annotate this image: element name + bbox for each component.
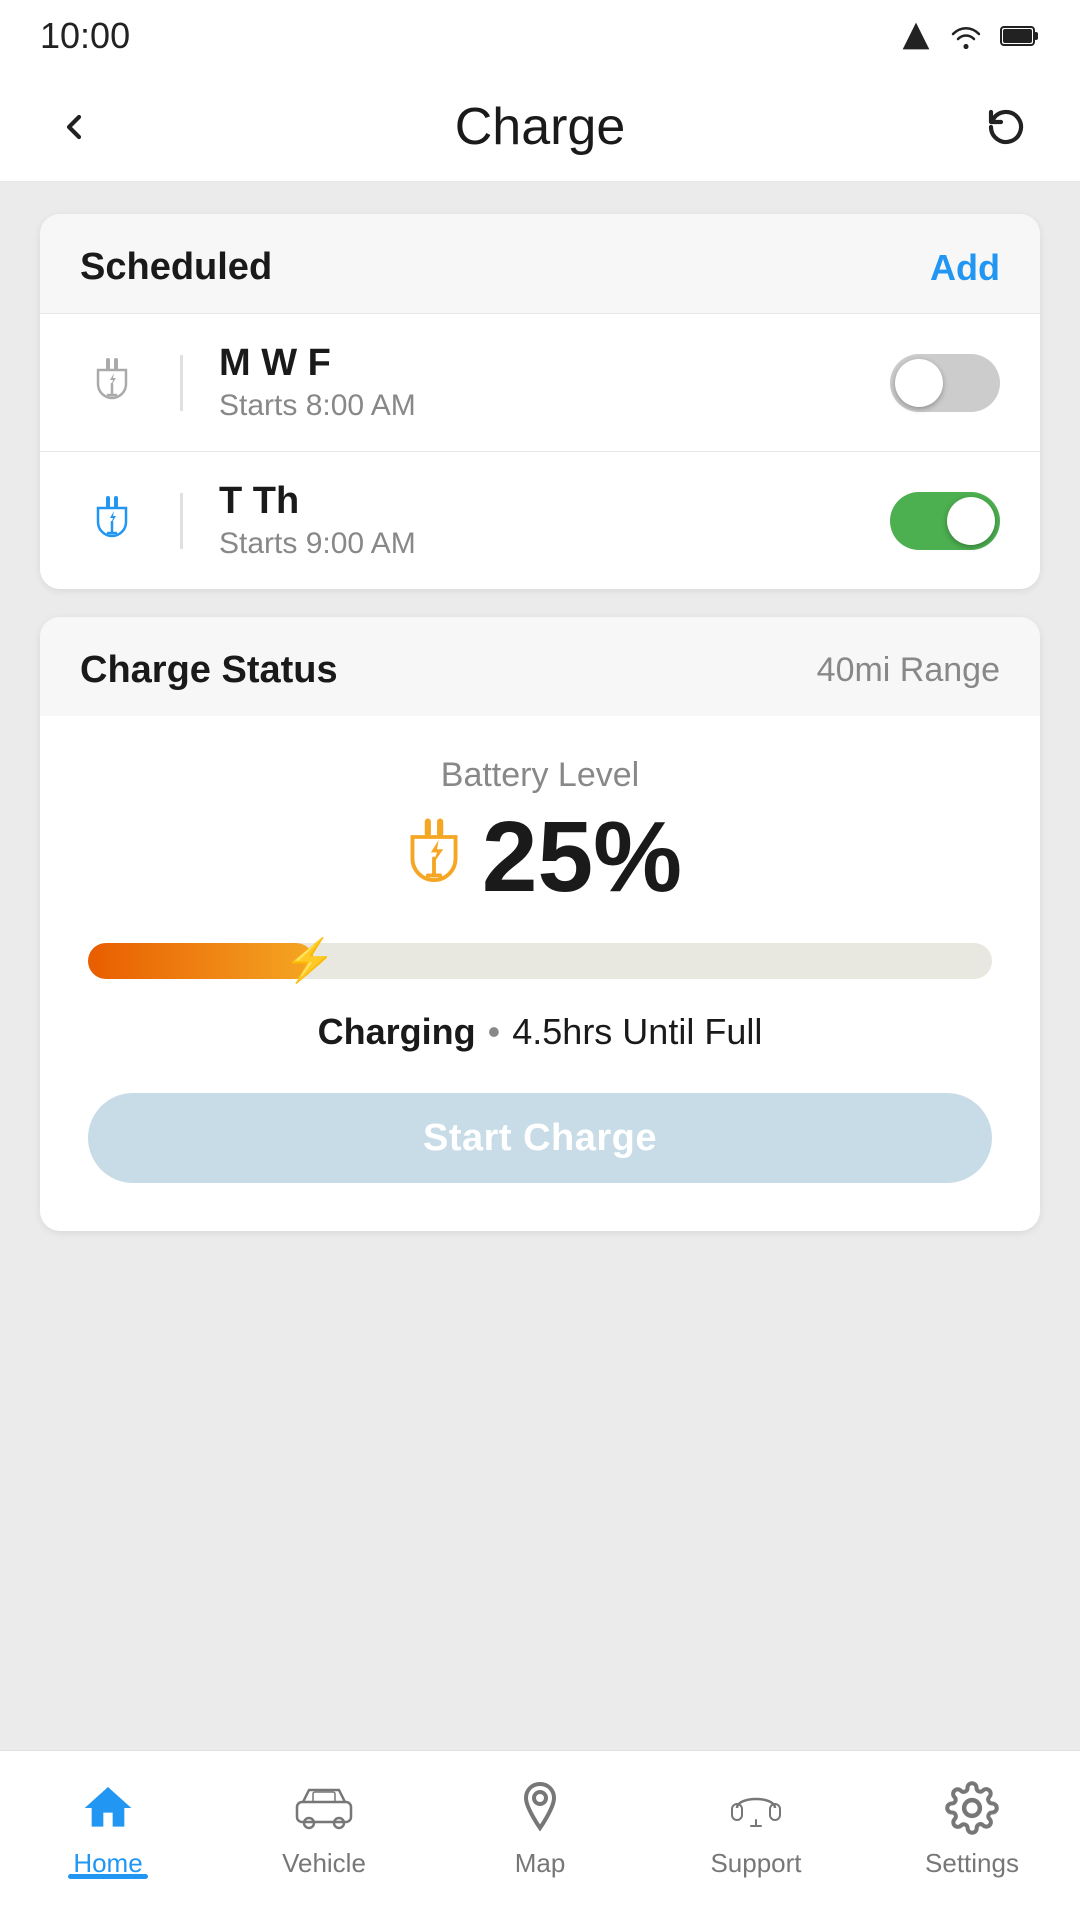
charge-body: Battery Level 25% [40, 716, 1040, 1231]
back-icon [54, 107, 94, 147]
battery-label: Battery Level [441, 756, 639, 795]
progress-bar-fill: ⚡ [88, 943, 314, 979]
schedule-item-mwf: M W F Starts 8:00 AM [40, 313, 1040, 451]
scheduled-header: Scheduled Add [40, 214, 1040, 313]
page-title: Charge [104, 97, 976, 157]
battery-icon [1000, 25, 1040, 47]
refresh-icon [986, 107, 1026, 147]
wifi-icon [948, 22, 984, 50]
charging-status-text: Charging•4.5hrs Until Full [318, 1011, 763, 1053]
charge-status-card: Charge Status 40mi Range Battery Level [40, 617, 1040, 1231]
nav-item-home[interactable]: Home [0, 1776, 216, 1879]
schedule-item-tth: T Th Starts 9:00 AM [40, 451, 1040, 589]
schedule-info-tth: T Th Starts 9:00 AM [219, 480, 858, 561]
home-icon [76, 1776, 140, 1840]
main-content: Scheduled Add M W F Starts 8:00 AM [0, 182, 1080, 1750]
bottom-nav: Home Vehicle Map [0, 1750, 1080, 1920]
nav-label-vehicle: Vehicle [282, 1848, 366, 1879]
nav-item-map[interactable]: Map [432, 1776, 648, 1879]
schedule-days-mwf: M W F [219, 342, 858, 385]
nav-item-settings[interactable]: Settings [864, 1776, 1080, 1879]
settings-icon [940, 1776, 1004, 1840]
schedule-info-mwf: M W F Starts 8:00 AM [219, 342, 858, 423]
schedule-toggle-mwf[interactable] [890, 354, 1000, 412]
start-charge-button[interactable]: Start Charge [88, 1093, 992, 1183]
progress-bolt-icon: ⚡ [284, 937, 336, 986]
toggle-knob-mwf [895, 359, 943, 407]
schedule-divider-2 [180, 493, 183, 549]
nav-label-map: Map [515, 1848, 566, 1879]
schedule-time-mwf: Starts 8:00 AM [219, 389, 858, 423]
progress-bar-container: ⚡ [88, 943, 992, 979]
nav-item-vehicle[interactable]: Vehicle [216, 1776, 432, 1879]
schedule-time-tth: Starts 9:00 AM [219, 527, 858, 561]
battery-percent-value: 25% [482, 807, 682, 907]
add-schedule-button[interactable]: Add [930, 247, 1000, 289]
plug-inactive-icon [80, 351, 144, 415]
header: Charge [0, 72, 1080, 182]
scheduled-title: Scheduled [80, 246, 272, 289]
toggle-knob-tth [947, 497, 995, 545]
schedule-days-tth: T Th [219, 480, 858, 523]
map-icon [508, 1776, 572, 1840]
nav-item-support[interactable]: Support [648, 1776, 864, 1879]
battery-percent-row: 25% [398, 807, 682, 907]
nav-label-settings: Settings [925, 1848, 1019, 1879]
nav-label-support: Support [710, 1848, 801, 1879]
back-button[interactable] [44, 97, 104, 157]
support-icon [724, 1776, 788, 1840]
status-icons [900, 20, 1040, 52]
schedule-divider [180, 355, 183, 411]
charge-status-header: Charge Status 40mi Range [40, 617, 1040, 716]
status-bar: 10:00 [0, 0, 1080, 72]
home-active-bar [68, 1874, 148, 1879]
charge-status-title: Charge Status [80, 649, 338, 692]
charging-plug-icon [398, 817, 470, 897]
schedule-toggle-tth[interactable] [890, 492, 1000, 550]
charge-range: 40mi Range [817, 651, 1000, 690]
vehicle-icon [292, 1776, 356, 1840]
refresh-button[interactable] [976, 97, 1036, 157]
scheduled-card: Scheduled Add M W F Starts 8:00 AM [40, 214, 1040, 589]
plug-active-icon [80, 489, 144, 553]
signal-icon [900, 20, 932, 52]
status-time: 10:00 [40, 15, 130, 57]
